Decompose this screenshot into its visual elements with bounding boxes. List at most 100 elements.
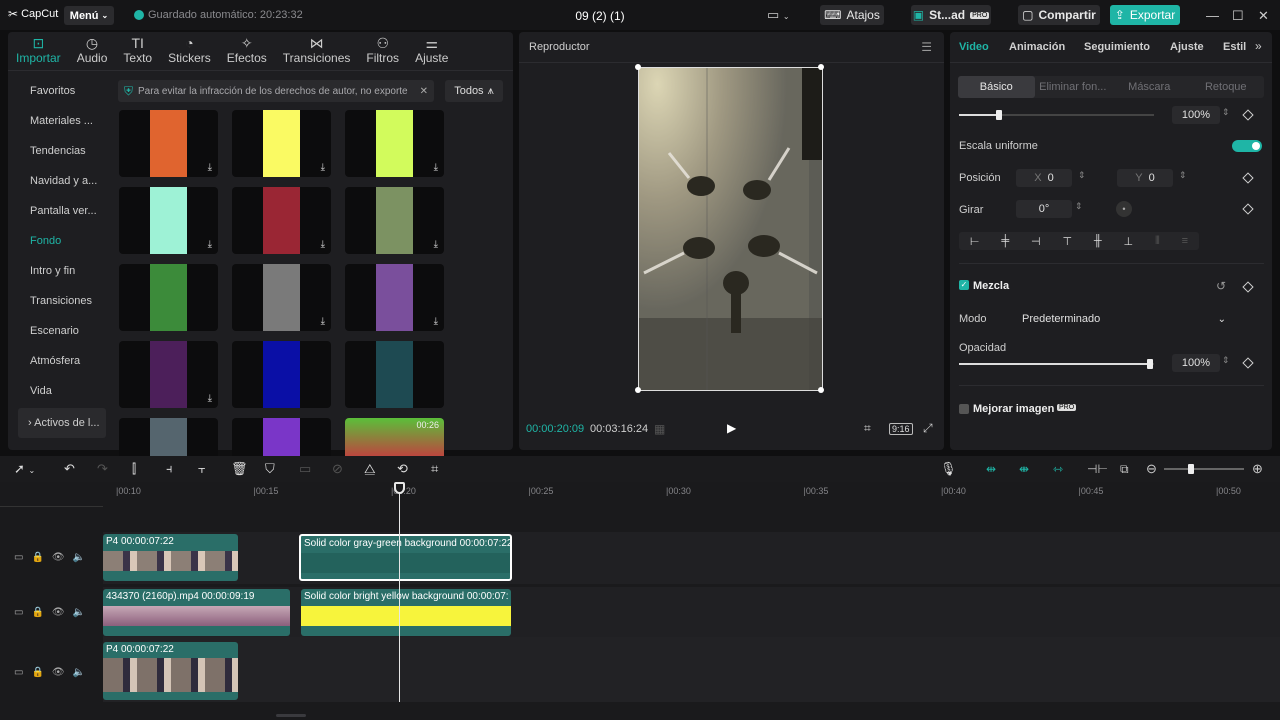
cover-icon[interactable]: ▭ — [14, 667, 23, 678]
download-icon[interactable]: ⤓ — [208, 162, 212, 173]
subtab-remove-bg[interactable]: Eliminar fon... — [1035, 76, 1112, 98]
tab-text[interactable]: TI Texto — [115, 32, 160, 68]
freeze-icon[interactable]: ▭ — [299, 461, 311, 477]
preview-axis-icon[interactable]: ⊣⊢ — [1087, 462, 1108, 476]
uniform-scale-toggle[interactable] — [1232, 140, 1262, 152]
minimize-icon[interactable]: — — [1206, 8, 1219, 23]
clip-bright-yellow-background[interactable]: Solid color bright yellow background 00:… — [301, 589, 511, 636]
rotate-dial-icon[interactable]: • — [1116, 201, 1132, 217]
video-preview[interactable] — [638, 67, 823, 391]
zoom-slider[interactable] — [1164, 464, 1244, 474]
scale-slider-knob[interactable] — [996, 110, 1002, 120]
aspect-ratio-button[interactable]: 9:16 — [889, 423, 913, 435]
shortcuts-button[interactable]: ⌨ Atajos — [820, 5, 884, 25]
download-icon[interactable]: ⤓ — [208, 393, 212, 404]
cover-icon[interactable]: ▭ — [14, 552, 23, 563]
sidebar-item-scene[interactable]: Escenario — [8, 316, 108, 346]
distribute-v-icon[interactable]: ≡ — [1182, 235, 1188, 247]
stepper-icon[interactable]: ⇕ — [1222, 355, 1230, 366]
tab-adjust[interactable]: Ajuste — [1170, 41, 1204, 53]
crop-handle-icon[interactable] — [635, 64, 641, 70]
studio-button[interactable]: ▣ St...ad PRO — [911, 5, 991, 25]
align-left-icon[interactable]: ⊢ — [970, 235, 980, 248]
split-right-icon[interactable]: ⫟ — [198, 461, 206, 477]
stepper-icon[interactable]: ⇕ — [1179, 170, 1187, 181]
filter-all-button[interactable]: Todos ⩚ — [445, 80, 503, 102]
sidebar-item-atmosphere[interactable]: Atmósfera — [8, 346, 108, 376]
distribute-h-icon[interactable]: ⦀ — [1155, 235, 1160, 248]
speaker-icon[interactable]: 🔈 — [73, 607, 85, 618]
clip-video-434370[interactable]: 434370 (2160p).mp4 00:00:09:19 — [103, 589, 290, 636]
eye-icon[interactable]: 👁 — [52, 667, 65, 678]
background-swatch[interactable]: ⤓ — [345, 110, 444, 177]
lock-icon[interactable]: 🔒 — [31, 667, 43, 678]
keyframe-diamond-icon[interactable] — [1242, 357, 1254, 369]
align-center-v-icon[interactable]: ╫ — [1094, 235, 1102, 247]
clip-gray-green-background[interactable]: Solid color gray-green background 00:00:… — [299, 534, 512, 581]
lock-icon[interactable]: 🔒 — [31, 552, 43, 563]
align-center-h-icon[interactable]: ╪ — [1001, 235, 1009, 247]
blend-mode-select[interactable]: Predeterminado ⌄ — [1014, 309, 1234, 329]
sidebar-item-background[interactable]: Fondo — [8, 226, 108, 256]
align-bottom-icon[interactable]: ⊥ — [1124, 235, 1134, 248]
menu-button[interactable]: Menú ⌄ — [64, 6, 114, 25]
expand-icon[interactable]: ⤢ — [923, 421, 933, 436]
download-icon[interactable]: ⤓ — [208, 239, 212, 250]
tab-animation[interactable]: Animación — [1009, 41, 1065, 53]
sidebar-item-christmas[interactable]: Navidad y a... — [8, 166, 108, 196]
split-left-icon[interactable]: ⫞ — [166, 461, 173, 477]
maximize-icon[interactable]: ☐ — [1232, 8, 1244, 24]
player-menu-icon[interactable]: ☰ — [921, 40, 932, 54]
background-swatch[interactable]: ⤓ — [232, 264, 331, 331]
stepper-icon[interactable]: ⇕ — [1075, 201, 1083, 212]
speaker-icon[interactable]: 🔈 — [73, 667, 85, 678]
main-track-magnet-icon[interactable]: ⇹ — [986, 462, 996, 476]
fullscreen-crop-icon[interactable]: ⌗ — [864, 421, 871, 436]
position-x-field[interactable]: X0 — [1016, 169, 1072, 187]
tab-audio[interactable]: ◷ Audio — [69, 32, 116, 68]
stepper-icon[interactable]: ⇕ — [1222, 107, 1230, 118]
undo-icon[interactable]: ↶ — [64, 461, 75, 477]
keyframe-diamond-icon[interactable] — [1242, 172, 1254, 184]
sidebar-item-transitions[interactable]: Transiciones — [8, 286, 108, 316]
timeline-ruler[interactable]: |00:10|00:15|00:20|00:25|00:30|00:35|00:… — [103, 482, 1280, 498]
crop-handle-icon[interactable] — [818, 387, 824, 393]
tab-tracking[interactable]: Seguimiento — [1084, 41, 1150, 53]
align-right-icon[interactable]: ⊣ — [1031, 235, 1041, 248]
sidebar-item-green-screen[interactable]: Pantalla ver... — [8, 196, 108, 226]
subtab-basic[interactable]: Básico — [958, 76, 1035, 98]
opacity-slider-knob[interactable] — [1147, 359, 1153, 369]
sidebar-item-materials[interactable]: Materiales ... — [8, 106, 108, 136]
lock-icon[interactable]: 🔒 — [31, 607, 43, 618]
download-icon[interactable]: ⤓ — [434, 162, 438, 173]
rotate-field[interactable]: 0° — [1016, 200, 1072, 218]
background-swatch[interactable]: ⤓ — [119, 110, 218, 177]
keyframe-diamond-icon[interactable] — [1242, 109, 1254, 121]
download-icon[interactable]: ⤓ — [434, 239, 438, 250]
speaker-icon[interactable]: 🔈 — [73, 552, 85, 563]
tab-effects[interactable]: ✧ Efectos — [219, 32, 275, 68]
subtab-retouch[interactable]: Retoque — [1188, 76, 1265, 98]
background-swatch[interactable]: ⤓ — [232, 187, 331, 254]
clip-video-p4-main[interactable]: P4 00:00:07:22 — [103, 642, 238, 700]
background-swatch[interactable]: ⤓ — [232, 110, 331, 177]
background-swatch[interactable] — [232, 341, 331, 408]
tab-filters[interactable]: ⚇ Filtros — [358, 32, 407, 68]
scale-slider[interactable] — [959, 110, 1154, 120]
rotate-icon[interactable]: ⟲ — [397, 461, 408, 477]
opacity-slider[interactable] — [959, 359, 1154, 369]
align-top-icon[interactable]: ⊤ — [1062, 235, 1072, 248]
download-icon[interactable]: ⤓ — [321, 316, 325, 327]
tab-adjust[interactable]: ⚌ Ajuste — [407, 32, 456, 68]
sidebar-item-intro-outro[interactable]: Intro y fin — [8, 256, 108, 286]
download-icon[interactable]: ⤓ — [321, 162, 325, 173]
auto-snap-icon[interactable]: ⇼ — [1019, 462, 1029, 476]
close-icon[interactable]: ✕ — [1258, 8, 1269, 24]
enhance-checkbox[interactable] — [959, 404, 969, 414]
share-button[interactable]: ▢ Compartir — [1018, 5, 1100, 25]
sidebar-item-favorites[interactable]: Favoritos — [8, 76, 108, 106]
zoom-in-icon[interactable]: ⊕ — [1252, 461, 1263, 477]
tab-import[interactable]: ⊡ Importar — [8, 32, 69, 68]
marker-icon[interactable]: ⛉ — [265, 461, 275, 477]
crop-icon[interactable]: ⌗ — [431, 461, 438, 477]
